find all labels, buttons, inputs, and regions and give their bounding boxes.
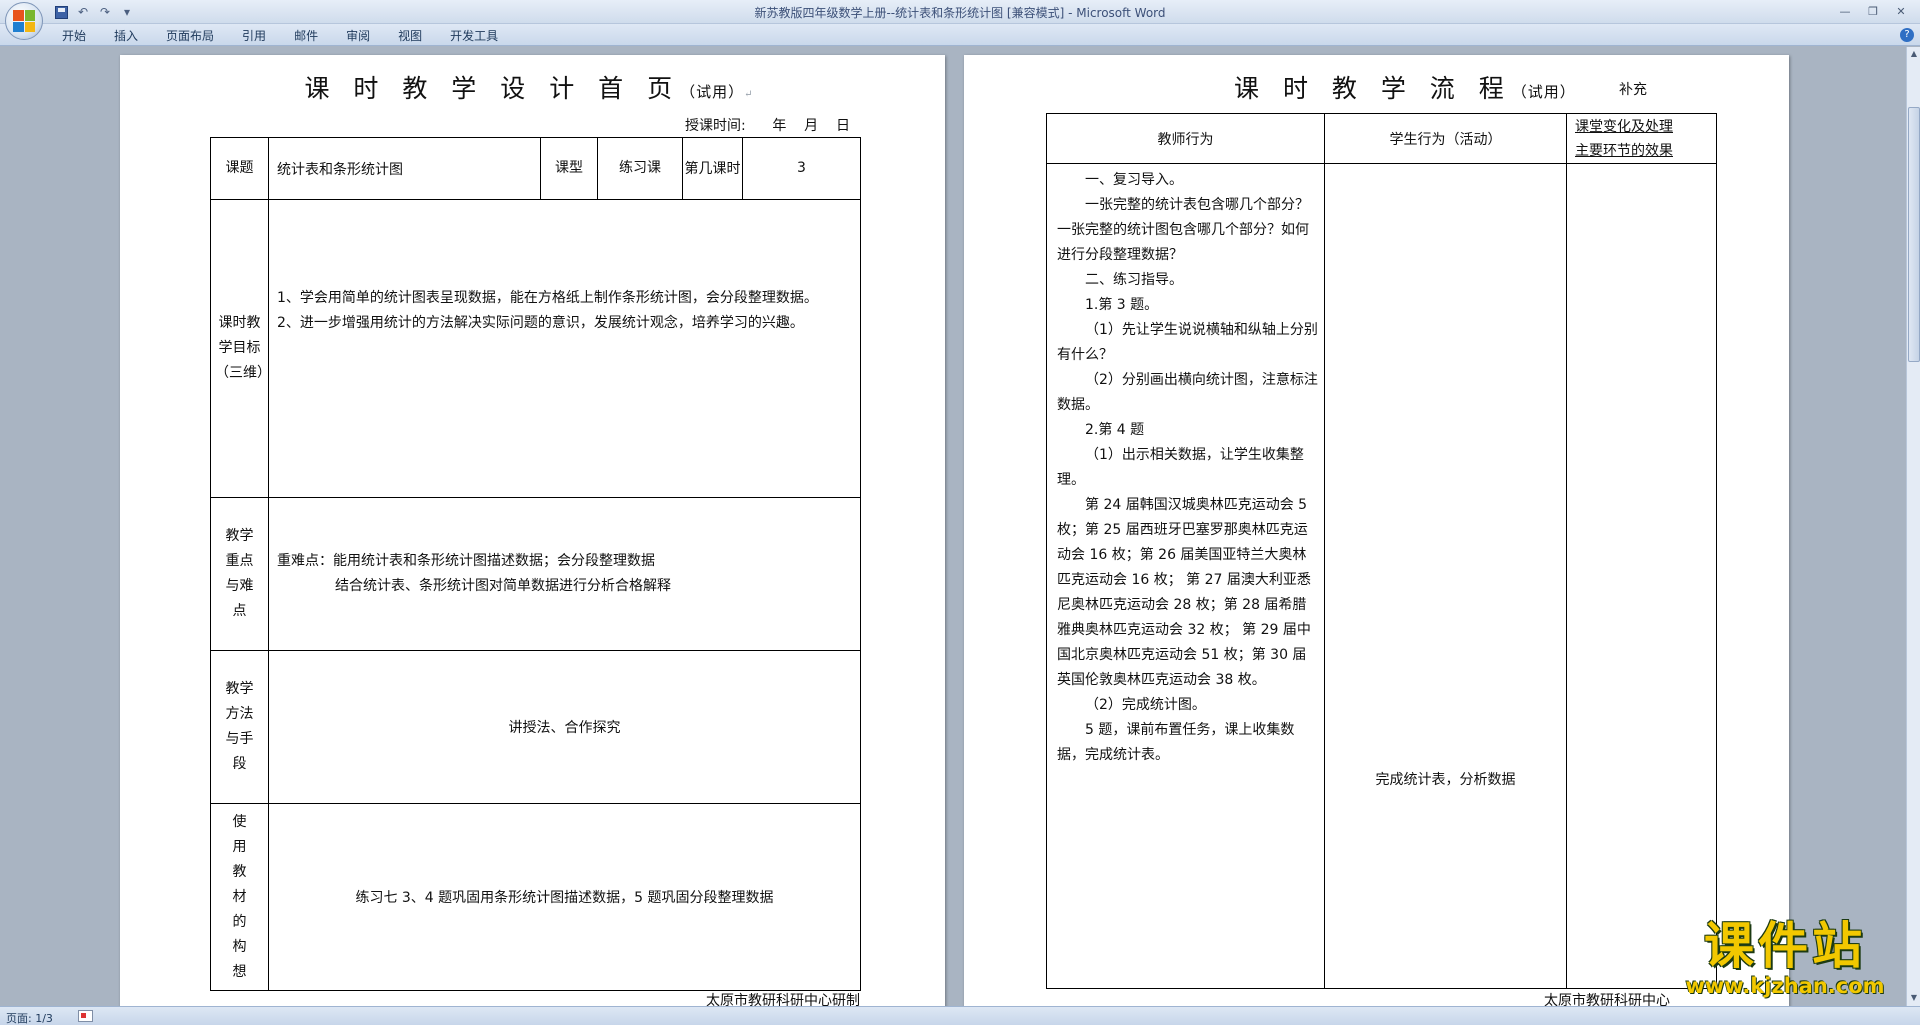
col-student-header: 学生行为（活动） xyxy=(1324,113,1567,164)
lesson-date: 授课时间: 年 月 日 xyxy=(684,118,850,134)
table-row: 教学重点与难点 重难点：能用统计表和条形统计图描述数据；会分段整理数据 结合统计… xyxy=(210,497,861,651)
key-points-label: 教学重点与难点 xyxy=(210,497,269,651)
supplement-label: 补充 xyxy=(1619,82,1647,98)
paragraph-mark-icon: ↵ xyxy=(744,89,761,100)
scroll-thumb[interactable] xyxy=(1908,107,1920,362)
type-value[interactable]: 练习课 xyxy=(597,137,683,200)
table-row: 课时教学目标（三维） 1、学会用简单的统计图表呈现数据，能在方格纸上制作条形统计… xyxy=(210,199,861,498)
student-actions-cell[interactable]: 完成统计表，分析数据 xyxy=(1324,163,1567,989)
page-counter[interactable]: 页面: 1/3 xyxy=(6,1010,53,1025)
teacher-paragraph: 一、复习导入。 xyxy=(1085,172,1183,188)
title-suffix: （试用） xyxy=(680,83,745,101)
scroll-down-icon[interactable]: ▼ xyxy=(1908,991,1920,1005)
tab-developer[interactable]: 开发工具 xyxy=(436,27,512,45)
lesson-flow-table: 教师行为 学生行为（活动） 课堂变化及处理 主要环节的效果 一、复习导入。 一张… xyxy=(1046,113,1717,989)
ribbon-tabs: 开始 插入 页面布局 引用 邮件 审阅 视图 开发工具 xyxy=(48,27,512,45)
page-title: 课 时 教 学 流 程（试用） xyxy=(1234,69,1576,105)
office-logo-icon xyxy=(13,10,35,32)
method-label: 教学方法与手段 xyxy=(210,650,269,804)
help-icon[interactable]: ? xyxy=(1900,28,1914,42)
objectives-label: 课时教学目标（三维） xyxy=(210,199,271,498)
page-title: 课 时 教 学 设 计 首 页（试用）↵ xyxy=(120,69,945,105)
title-suffix: （试用） xyxy=(1511,83,1576,101)
col-notes-header: 课堂变化及处理 主要环节的效果 xyxy=(1566,113,1717,164)
table-row: 使用教材的构想 练习七 3、4 题巩固用条形统计图描述数据，5 题巩固分段整理数… xyxy=(210,803,861,991)
notes-header-line: 主要环节的效果 xyxy=(1575,142,1673,159)
notes-cell[interactable] xyxy=(1566,163,1717,989)
key-point-line: 重难点：能用统计表和条形统计图描述数据；会分段整理数据 xyxy=(277,553,655,569)
teacher-paragraph: （1）先让学生说说横轴和纵轴上分别有什么？ xyxy=(1057,322,1318,363)
topic-value[interactable]: 统计表和条形统计图 xyxy=(268,137,541,200)
tab-mailings[interactable]: 邮件 xyxy=(280,27,332,45)
scroll-up-icon[interactable]: ▲ xyxy=(1908,47,1920,61)
close-button[interactable]: ✕ xyxy=(1888,2,1914,20)
ribbon-tab-bar: 开始 插入 页面布局 引用 邮件 审阅 视图 开发工具 ? xyxy=(0,24,1920,46)
method-value[interactable]: 讲授法、合作探究 xyxy=(268,650,861,804)
word-window: ↶ ↷ ▾ 新苏教版四年级数学上册--统计表和条形统计图 [兼容模式] - Mi… xyxy=(0,0,1920,1025)
page-2[interactable]: 课 时 教 学 流 程（试用） 补充 教师行为 学生行为（活动） 课堂变化及处理… xyxy=(964,55,1789,1006)
page-footer: 太原市教研科研中心研制 xyxy=(706,993,860,1006)
title-bar: ↶ ↷ ▾ 新苏教版四年级数学上册--统计表和条形统计图 [兼容模式] - Mi… xyxy=(0,0,1920,40)
student-activity-text: 完成统计表，分析数据 xyxy=(1375,772,1516,788)
topic-label: 课题 xyxy=(210,137,269,200)
teacher-paragraph: 1.第 3 题。 xyxy=(1085,297,1159,313)
proofing-icon[interactable] xyxy=(78,1010,93,1022)
office-button[interactable] xyxy=(5,2,43,40)
teacher-paragraph: （2）分别画出横向统计图，注意标注数据。 xyxy=(1057,372,1318,413)
notes-header-line: 课堂变化及处理 xyxy=(1575,118,1673,135)
teacher-paragraph: 二、练习指导。 xyxy=(1085,272,1183,288)
document-area[interactable]: 课 时 教 学 设 计 首 页（试用）↵ 授课时间: 年 月 日 课题 统计表和… xyxy=(0,47,1906,1006)
table-row: 课题 统计表和条形统计图 课型 练习课 第几课时 3 xyxy=(210,137,861,200)
objective-item: 1、学会用简单的统计图表呈现数据，能在方格纸上制作条形统计图，会分段整理数据。 xyxy=(277,290,818,306)
page-1[interactable]: 课 时 教 学 设 计 首 页（试用）↵ 授课时间: 年 月 日 课题 统计表和… xyxy=(120,55,945,1006)
maximize-button[interactable]: ❐ xyxy=(1860,2,1886,20)
tab-insert[interactable]: 插入 xyxy=(100,27,152,45)
watermark-url: www.kjzhan.com xyxy=(1685,974,1885,998)
material-label: 使用教材的构想 xyxy=(210,803,269,991)
title-main: 课 时 教 学 流 程 xyxy=(1234,74,1512,103)
status-bar: 页面: 1/3 xyxy=(0,1006,1920,1025)
key-points-cell[interactable]: 重难点：能用统计表和条形统计图描述数据；会分段整理数据 结合统计表、条形统计图对… xyxy=(268,497,861,651)
title-main: 课 时 教 学 设 计 首 页 xyxy=(304,74,681,103)
teacher-paragraph: 5 题，课前布置任务，课上收集数据，完成统计表。 xyxy=(1057,722,1295,763)
vertical-scrollbar[interactable]: ▲ ▼ xyxy=(1906,47,1920,1006)
tab-review[interactable]: 审阅 xyxy=(332,27,384,45)
key-point-line: 结合统计表、条形统计图对简单数据进行分析合格解释 xyxy=(335,578,671,594)
period-value[interactable]: 3 xyxy=(742,137,861,200)
tab-home[interactable]: 开始 xyxy=(48,27,100,45)
window-title: 新苏教版四年级数学上册--统计表和条形统计图 [兼容模式] - Microsof… xyxy=(754,6,1166,20)
table-row: 教学方法与手段 讲授法、合作探究 xyxy=(210,650,861,804)
teacher-paragraph: 2.第 4 题 xyxy=(1085,422,1145,438)
window-controls: — ❐ ✕ xyxy=(1832,2,1914,20)
col-teacher-header: 教师行为 xyxy=(1046,113,1325,164)
tab-references[interactable]: 引用 xyxy=(228,27,280,45)
tab-view[interactable]: 视图 xyxy=(384,27,436,45)
page-footer: 太原市教研科研中心 xyxy=(1544,993,1670,1006)
teacher-paragraph: （2）完成统计图。 xyxy=(1085,697,1206,713)
table-header-row: 教师行为 学生行为（活动） 课堂变化及处理 主要环节的效果 xyxy=(1046,113,1717,164)
teacher-paragraph: 一张完整的统计表包含哪几个部分？一张完整的统计图包含哪几个部分？如何进行分段整理… xyxy=(1057,197,1309,263)
minimize-button[interactable]: — xyxy=(1832,2,1858,20)
objectives-cell[interactable]: 1、学会用简单的统计图表呈现数据，能在方格纸上制作条形统计图，会分段整理数据。 … xyxy=(268,199,861,498)
objective-item: 2、进一步增强用统计的方法解决实际问题的意识，发展统计观念，培养学习的兴趣。 xyxy=(277,315,804,331)
material-value[interactable]: 练习七 3、4 题巩固用条形统计图描述数据，5 题巩固分段整理数据 xyxy=(268,803,861,991)
watermark-logo: 课件站 www.kjzhan.com xyxy=(1665,918,1905,998)
table-row: 一、复习导入。 一张完整的统计表包含哪几个部分？一张完整的统计图包含哪几个部分？… xyxy=(1046,163,1717,989)
type-label: 课型 xyxy=(540,137,598,200)
watermark-text: 课件站 xyxy=(1704,917,1866,975)
lesson-design-table: 课题 统计表和条形统计图 课型 练习课 第几课时 3 课时教学目标（三维） 1、… xyxy=(210,137,861,991)
teacher-paragraph: 第 24 届韩国汉城奥林匹克运动会 5 枚；第 25 届西班牙巴塞罗那奥林匹克运… xyxy=(1057,497,1311,688)
period-label: 第几课时 xyxy=(682,137,743,200)
teacher-paragraph: （1）出示相关数据，让学生收集整理。 xyxy=(1057,447,1304,488)
tab-page-layout[interactable]: 页面布局 xyxy=(152,27,228,45)
teacher-actions-cell[interactable]: 一、复习导入。 一张完整的统计表包含哪几个部分？一张完整的统计图包含哪几个部分？… xyxy=(1046,163,1325,989)
